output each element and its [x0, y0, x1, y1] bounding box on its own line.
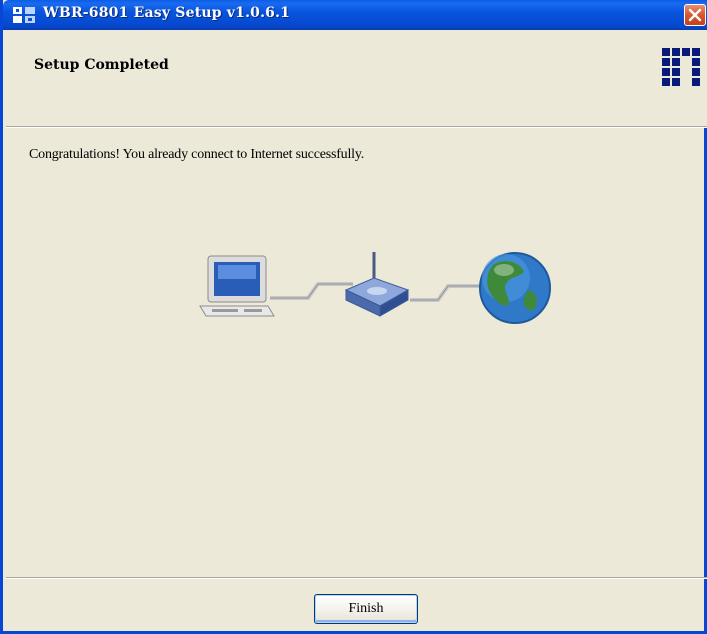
router-icon: [344, 252, 410, 317]
window-title: WBR-6801 Easy Setup v1.0.6.1: [43, 5, 291, 21]
computer-icon: [199, 255, 275, 317]
setup-window: WBR-6801 Easy Setup v1.0.6.1 Setup Compl…: [0, 0, 707, 634]
close-button[interactable]: [684, 4, 706, 26]
header-panel: Setup Completed: [6, 30, 707, 126]
title-bar[interactable]: WBR-6801 Easy Setup v1.0.6.1: [3, 0, 707, 30]
success-message: Congratulations! You already connect to …: [29, 147, 365, 162]
footer-divider: [6, 577, 707, 579]
connection-diagram: [199, 252, 551, 324]
page-title: Setup Completed: [34, 57, 169, 73]
app-icon: [13, 7, 35, 23]
close-icon: [688, 8, 702, 22]
finish-button[interactable]: Finish: [314, 594, 418, 624]
brand-logo-icon: [662, 48, 700, 86]
header-divider: [6, 126, 707, 128]
connection-line-left: [270, 282, 353, 300]
connection-line-right: [410, 284, 480, 302]
globe-icon: [479, 252, 551, 324]
